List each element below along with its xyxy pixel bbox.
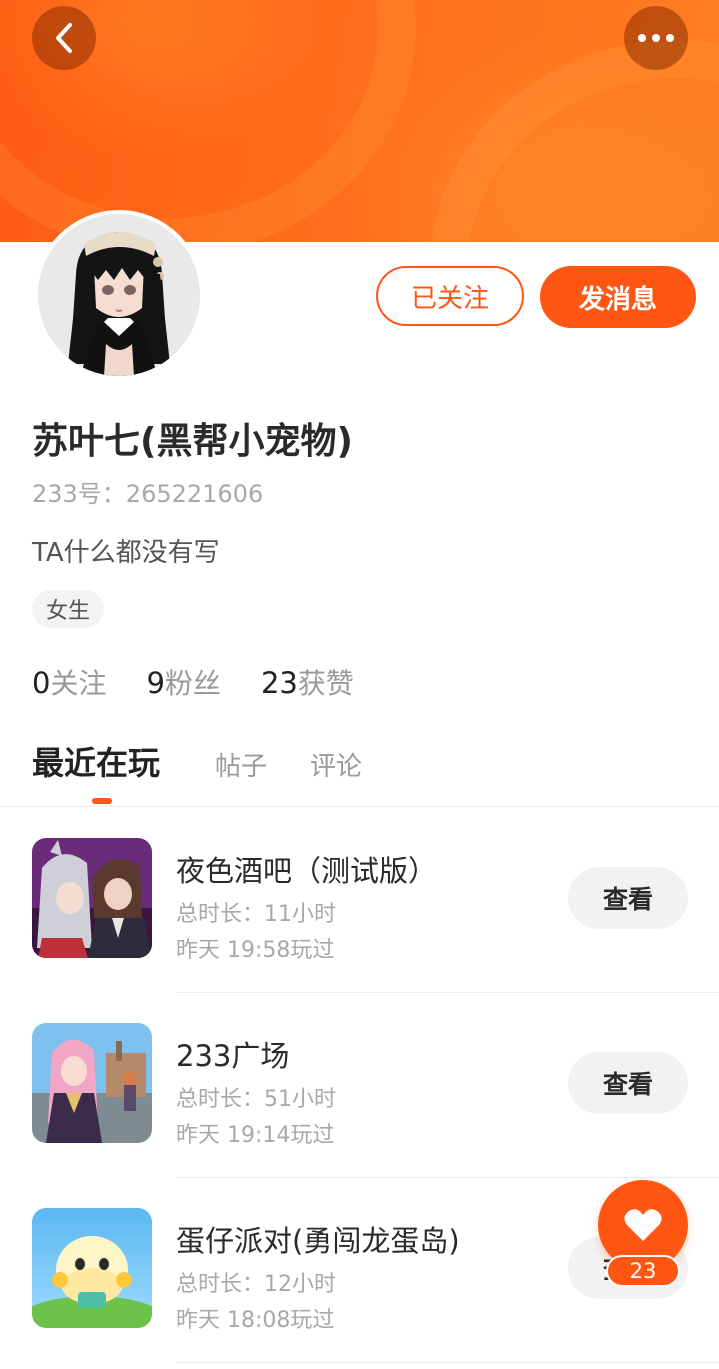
- avatar[interactable]: [34, 210, 204, 380]
- stat-likes[interactable]: 23 获赞: [261, 662, 354, 702]
- profile-stats: 0 关注 9 粉丝 23 获赞: [32, 662, 354, 702]
- game-thumbnail: [32, 1023, 152, 1143]
- game-title: 夜色酒吧（测试版）: [176, 854, 438, 888]
- profile-banner: [0, 0, 719, 242]
- tab-comments[interactable]: 评论: [310, 746, 362, 783]
- game-total-duration: 总时长：51小时: [176, 1087, 336, 1112]
- game-total-duration: 总时长：11小时: [176, 902, 336, 927]
- stat-number: 23: [260, 666, 298, 700]
- game-title: 233广场: [176, 1039, 290, 1073]
- stat-following[interactable]: 0 关注: [32, 662, 106, 702]
- heart-icon: [624, 1209, 662, 1241]
- list-item[interactable]: 夜色酒吧（测试版） 总时长：11小时 昨天 19:58玩过 查看: [0, 808, 719, 993]
- stat-number: 9: [146, 666, 165, 700]
- tab-posts[interactable]: 帖子: [215, 746, 267, 783]
- more-button[interactable]: [624, 6, 688, 70]
- profile-tabs: 最近在玩 帖子 评论: [0, 740, 719, 807]
- follow-button[interactable]: 已关注: [376, 266, 524, 326]
- stat-number: 0: [32, 666, 51, 700]
- tab-recently-played[interactable]: 最近在玩: [32, 738, 160, 784]
- active-tab-indicator: [92, 798, 112, 804]
- game-thumbnail: [32, 1208, 152, 1328]
- game-last-played: 昨天 19:14玩过: [176, 1123, 335, 1148]
- banner-decoration: [430, 40, 719, 242]
- user-name: 苏叶七(黑帮小宠物): [32, 421, 353, 462]
- stat-label: 关注: [50, 667, 107, 700]
- view-game-button[interactable]: 查看: [568, 867, 688, 929]
- game-last-played: 昨天 19:58玩过: [176, 938, 335, 963]
- user-id: 233号：265221606: [32, 480, 264, 508]
- view-game-button[interactable]: 查看: [568, 1052, 688, 1114]
- stat-label: 粉丝: [164, 667, 221, 700]
- game-thumbnail: [32, 838, 152, 958]
- send-message-button[interactable]: 发消息: [540, 266, 696, 328]
- stat-fans[interactable]: 9 粉丝: [146, 662, 220, 702]
- row-divider: [176, 1362, 719, 1363]
- chevron-left-icon: [56, 23, 72, 53]
- stat-label: 获赞: [297, 667, 354, 700]
- avatar-image: [38, 214, 200, 376]
- like-count-badge: 23: [606, 1255, 680, 1287]
- game-total-duration: 总时长：12小时: [176, 1272, 336, 1297]
- game-title: 蛋仔派对(勇闯龙蛋岛): [176, 1224, 460, 1258]
- game-last-played: 昨天 18:08玩过: [176, 1308, 335, 1333]
- gender-tag: 女生: [32, 590, 105, 628]
- list-item[interactable]: 233广场 总时长：51小时 昨天 19:14玩过 查看: [0, 993, 719, 1178]
- more-dots-icon: [638, 34, 674, 42]
- back-button[interactable]: [32, 6, 96, 70]
- user-bio: TA什么都没有写: [32, 538, 220, 568]
